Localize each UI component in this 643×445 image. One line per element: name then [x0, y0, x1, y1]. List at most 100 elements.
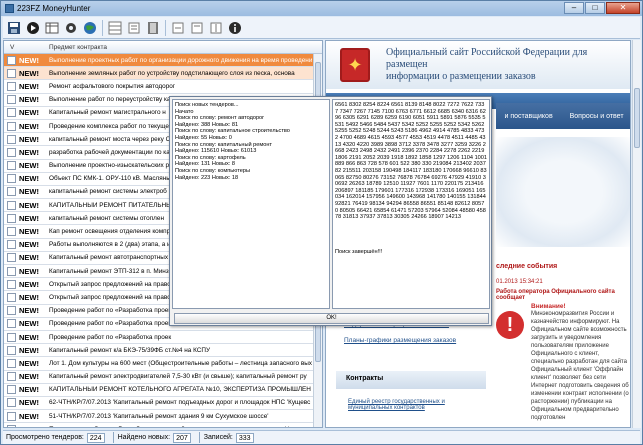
- columns-icon[interactable]: [145, 20, 161, 36]
- new-badge: NEW!: [19, 147, 39, 157]
- filter-icon[interactable]: [208, 20, 224, 36]
- search-log: Поиск новых тендеров... Начато Поиск по сл…: [172, 99, 330, 309]
- row-checkbox[interactable]: [7, 174, 16, 184]
- search-log-dialog: Поиск новых тендеров... Начато Поиск по сл…: [169, 96, 492, 326]
- table-row[interactable]: NEW! 51-ЧТН/КР/7/07.2013 'Капитальный рем…: [4, 410, 322, 424]
- row-checkbox[interactable]: [7, 319, 16, 329]
- new-badge: NEW!: [19, 68, 39, 78]
- table-row[interactable]: NEW!Проведение работ по «Разработка прое…: [4, 331, 322, 345]
- title-bar: 223FZ MoneyHunter – □ ✕: [1, 1, 642, 16]
- toolbar: [3, 17, 640, 39]
- table-row[interactable]: NEW! Выполнение проектных работ по органи…: [4, 54, 322, 68]
- settings-icon[interactable]: [63, 20, 79, 36]
- row-checkbox[interactable]: [7, 227, 16, 237]
- new-badge: NEW!: [19, 279, 39, 289]
- row-checkbox[interactable]: [7, 385, 16, 395]
- table-icon[interactable]: [44, 20, 60, 36]
- log-line: Найдено: 131 Новых: 8: [175, 161, 236, 168]
- warning-text: Минэкономразвития России и казначейство …: [531, 311, 629, 421]
- row-checkbox[interactable]: [7, 266, 16, 276]
- row-checkbox[interactable]: [7, 200, 16, 210]
- table-row[interactable]: NEW! Выполнение земляных работ по устройс…: [4, 67, 322, 81]
- status-found: Найдено новых: 207: [118, 432, 191, 443]
- new-badge: NEW!: [19, 411, 39, 421]
- contract-subject: Лот 1. Дом культуры на 600 мест (Общестр…: [49, 359, 312, 367]
- row-checkbox[interactable]: [7, 372, 16, 382]
- row-checkbox[interactable]: [7, 108, 16, 118]
- row-checkbox[interactable]: [7, 68, 16, 78]
- row-checkbox[interactable]: [7, 411, 16, 421]
- row-checkbox[interactable]: [7, 213, 16, 223]
- table-row[interactable]: NEW! Капитальный ремонт электродвигателей…: [4, 371, 322, 384]
- table-row[interactable]: NEW! КАПИТАЛЬНЫЙ РЕМОНТ КОТЕЛЬНОГО АГРЕГА…: [4, 384, 322, 397]
- close-button[interactable]: ✕: [606, 2, 640, 14]
- table-row[interactable]: NEW! Капитальный ремонт к/а БКЭ-75/39ФБ с…: [4, 344, 322, 358]
- new-badge: NEW!: [19, 121, 39, 131]
- status-records: Записей: 333: [204, 432, 254, 443]
- log-line: Найдено: 388 Новых: 81: [175, 121, 239, 128]
- list-icon[interactable]: [126, 20, 142, 36]
- grid-icon[interactable]: [107, 20, 123, 36]
- globe-icon[interactable]: [82, 20, 98, 36]
- new-badge: NEW!: [19, 266, 39, 276]
- tab-faq[interactable]: Вопросы и ответ: [570, 113, 624, 120]
- row-checkbox[interactable]: [7, 81, 16, 91]
- row-checkbox[interactable]: [7, 358, 16, 368]
- table-row[interactable]: NEW!Проведение работ по «Разработка прое…: [4, 423, 322, 427]
- site-title: Официальный сайт Российской Федерации дл…: [386, 47, 626, 83]
- link-plans[interactable]: Планы-графики размещения заказов: [344, 337, 494, 344]
- play-icon[interactable]: [25, 20, 41, 36]
- new-badge: NEW!: [19, 213, 39, 223]
- row-checkbox[interactable]: [7, 134, 16, 144]
- table-row[interactable]: NEW! Ремонт асфальтового покрытия автодор…: [4, 80, 322, 94]
- contracts-registry-link[interactable]: Единый реестр государственных и муниципа…: [348, 399, 488, 411]
- toolbar-separator: [102, 19, 103, 36]
- save-icon[interactable]: [6, 20, 22, 36]
- table-row[interactable]: NEW! Лот 1. Дом культуры на 600 мест (Общ…: [4, 357, 322, 371]
- row-checkbox[interactable]: [7, 424, 16, 427]
- app-window: 223FZ MoneyHunter – □ ✕ V Предмет контра…: [0, 0, 643, 445]
- new-badge: NEW!: [19, 161, 39, 171]
- new-badge: NEW!: [19, 306, 39, 316]
- log-line: Найдено: 223 Новых: 18: [175, 174, 239, 181]
- maximize-button[interactable]: □: [585, 2, 605, 14]
- row-checkbox[interactable]: [7, 147, 16, 157]
- row-checkbox[interactable]: [7, 187, 16, 197]
- status-bar: Просмотрено тендеров: 224 Найдено новых:…: [3, 430, 640, 444]
- row-checkbox[interactable]: [7, 95, 16, 105]
- status-viewed: Просмотрено тендеров: 224: [6, 432, 105, 443]
- browser-scrollbar[interactable]: [632, 40, 641, 428]
- export-icon[interactable]: [170, 20, 186, 36]
- import-icon[interactable]: [189, 20, 205, 36]
- row-checkbox[interactable]: [7, 161, 16, 171]
- status-viewed-label: Просмотрено тендеров:: [6, 434, 84, 441]
- contracts-section[interactable]: Контракты: [336, 371, 486, 389]
- new-badge: NEW!: [19, 319, 39, 329]
- row-checkbox[interactable]: [7, 240, 16, 250]
- window-controls: – □ ✕: [564, 2, 640, 14]
- column-v-header[interactable]: V: [4, 44, 49, 51]
- row-checkbox[interactable]: [7, 55, 16, 65]
- warning-icon: !: [496, 311, 524, 339]
- row-checkbox[interactable]: [7, 332, 16, 342]
- tab-suppliers[interactable]: и поставщиков: [504, 113, 552, 120]
- contract-subject: Выполнение проектных работ по организаци…: [49, 56, 313, 64]
- row-checkbox[interactable]: [7, 292, 16, 302]
- minimize-button[interactable]: –: [564, 2, 584, 14]
- row-checkbox[interactable]: [7, 306, 16, 316]
- browser-scrollbar-thumb[interactable]: [634, 88, 640, 148]
- row-checkbox[interactable]: [7, 279, 16, 289]
- row-checkbox[interactable]: [7, 121, 16, 131]
- news-link[interactable]: Работа оператора Официального сайта сооб…: [496, 289, 630, 301]
- new-badge: NEW!: [19, 108, 39, 118]
- grid-header: V Предмет контракта: [4, 41, 322, 54]
- column-name-header[interactable]: Предмет контракта: [49, 44, 322, 51]
- row-checkbox[interactable]: [7, 398, 16, 408]
- info-icon[interactable]: [227, 20, 243, 36]
- row-checkbox[interactable]: [7, 345, 16, 355]
- table-row[interactable]: NEW! 62-ЧТН/КР/7/07.2013 'Капитальный рем…: [4, 397, 322, 411]
- new-badge: NEW!: [19, 227, 39, 237]
- site-header: ✦ Официальный сайт Российской Федерации …: [326, 41, 630, 89]
- row-checkbox[interactable]: [7, 253, 16, 263]
- ok-button[interactable]: OK!: [174, 313, 489, 324]
